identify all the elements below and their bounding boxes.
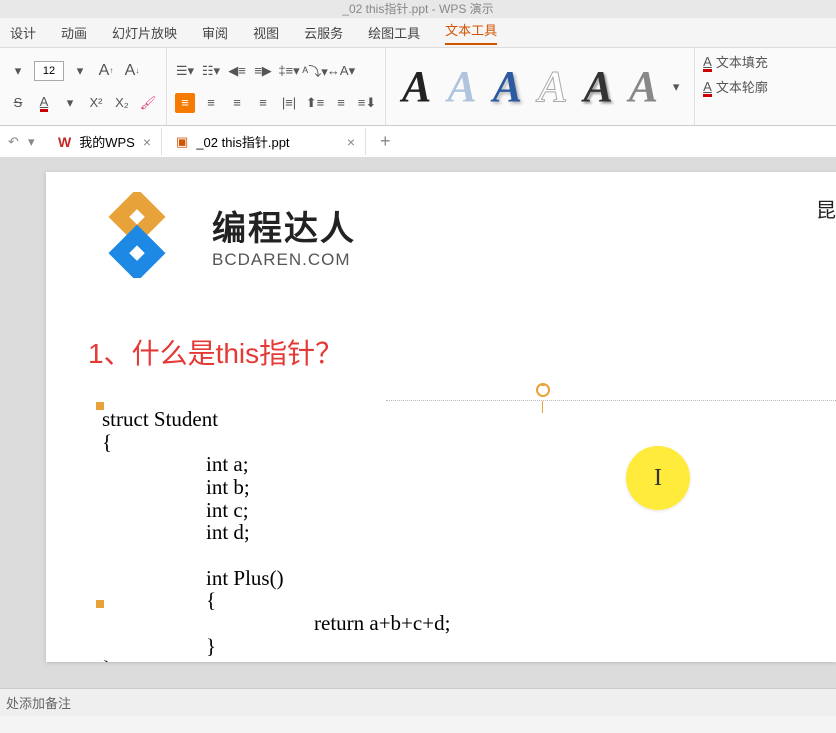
increase-font-icon[interactable]: A↑	[96, 61, 116, 81]
logo-subtitle: BCDAREN.COM	[212, 250, 356, 270]
superscript-icon[interactable]: X²	[86, 93, 106, 113]
top-right-text: 昆	[816, 194, 836, 223]
valign-bot-icon[interactable]: ≡⬇	[357, 93, 377, 113]
code-line: int Plus()	[102, 567, 532, 590]
tab-wps-home[interactable]: W 我的WPS ×	[48, 128, 162, 155]
menu-design[interactable]: 设计	[10, 23, 36, 42]
menu-slideshow[interactable]: 幻灯片放映	[112, 23, 177, 42]
text-fill-button[interactable]: A 文本填充	[703, 52, 768, 71]
resize-handle[interactable]	[96, 402, 104, 410]
logo-block: 编程达人 BCDAREN.COM	[82, 192, 800, 278]
window-titlebar: _02 this指针.ppt - WPS 演示	[0, 0, 836, 18]
text-style-preset-3[interactable]: A	[485, 61, 530, 112]
undo-icon[interactable]: ↶	[8, 134, 24, 150]
dropdown-icon[interactable]: ▾	[28, 134, 44, 150]
text-style-preset-4[interactable]: A	[530, 61, 575, 112]
slide-content[interactable]: 编程达人 BCDAREN.COM 昆 1、什么是this指针？ struct S…	[46, 172, 836, 662]
font-color-icon[interactable]: A	[34, 93, 54, 113]
slide-canvas[interactable]: 编程达人 BCDAREN.COM 昆 1、什么是this指针？ struct S…	[0, 158, 836, 688]
menu-animation[interactable]: 动画	[61, 23, 87, 42]
code-line: {	[102, 589, 532, 612]
code-line: int b;	[102, 476, 532, 499]
resize-handle[interactable]	[96, 600, 104, 608]
text-outline-label: 文本轮廓	[716, 77, 768, 96]
dropdown-icon[interactable]: ▾	[70, 61, 90, 81]
slide-heading[interactable]: 1、什么是this指针？	[88, 332, 800, 372]
more-presets-icon[interactable]: ▾	[666, 77, 686, 97]
char-spacing-icon[interactable]: ↔A▾	[331, 61, 351, 81]
distribute-icon[interactable]: |≡|	[279, 93, 299, 113]
close-icon[interactable]: ×	[143, 134, 151, 150]
close-icon[interactable]: ×	[347, 134, 355, 150]
text-style-preset-1[interactable]: A	[394, 61, 439, 112]
selection-border	[386, 400, 836, 401]
logo-title: 编程达人	[212, 201, 356, 250]
line-spacing-icon[interactable]: ‡≡▾	[279, 61, 299, 81]
menu-drawtools[interactable]: 绘图工具	[368, 23, 420, 42]
align-right-icon[interactable]: ≡	[227, 93, 247, 113]
text-direction-icon[interactable]: ᴬ⤵▾	[305, 61, 325, 81]
code-line: int d;	[102, 521, 532, 544]
code-line: {	[102, 431, 532, 454]
ppt-file-icon: ▣	[176, 134, 188, 150]
indent-left-icon[interactable]: ◀≡	[227, 61, 247, 81]
code-line: return a+b+c+d;	[102, 612, 532, 635]
logo-icon	[82, 192, 192, 278]
document-tabs: ↶ ▾ W 我的WPS × ▣ _02 this指针.ppt × +	[0, 126, 836, 158]
add-tab-icon[interactable]: +	[370, 131, 401, 152]
tab-label: _02 this指针.ppt	[196, 132, 289, 151]
code-line	[102, 544, 532, 567]
text-outline-button[interactable]: A 文本轮廓	[703, 77, 768, 96]
code-textbox[interactable]: struct Student { int a; int b; int c; in…	[102, 408, 532, 662]
align-left-icon[interactable]: ≡	[175, 93, 195, 113]
menu-bar: 设计 动画 幻灯片放映 审阅 视图 云服务 绘图工具 文本工具	[0, 18, 836, 48]
menu-review[interactable]: 审阅	[202, 23, 228, 42]
font-size-input[interactable]	[34, 61, 64, 81]
subscript-icon[interactable]: X₂	[112, 93, 132, 113]
code-line: }	[102, 635, 532, 658]
dropdown-icon[interactable]: ▾	[60, 93, 80, 113]
menu-view[interactable]: 视图	[253, 23, 279, 42]
tab-label: 我的WPS	[79, 132, 135, 151]
align-justify-icon[interactable]: ≡	[253, 93, 273, 113]
dropdown-icon[interactable]: ▾	[8, 61, 28, 81]
code-line: };	[102, 657, 532, 662]
menu-cloud[interactable]: 云服务	[304, 23, 343, 42]
notes-bar[interactable]: 处添加备注	[0, 688, 836, 716]
text-style-preset-2[interactable]: A	[439, 61, 484, 112]
text-fill-label: 文本填充	[716, 52, 768, 71]
code-line: int c;	[102, 499, 532, 522]
menu-texttools[interactable]: 文本工具	[445, 20, 497, 45]
ribbon-toolbar: ▾ ▾ A↑ A↓ S A ▾ X² X₂ 🖌 ☰▾ ☷▾ ◀≡ ≡▶ ‡≡▾ …	[0, 48, 836, 126]
text-outline-icon: A	[703, 79, 712, 94]
valign-mid-icon[interactable]: ≡	[331, 93, 351, 113]
code-line: int a;	[102, 453, 532, 476]
decrease-font-icon[interactable]: A↓	[122, 61, 142, 81]
clear-format-icon[interactable]: 🖌	[138, 93, 158, 113]
bullets-icon[interactable]: ☰▾	[175, 61, 195, 81]
text-fill-icon: A	[703, 54, 712, 69]
align-center-icon[interactable]: ≡	[201, 93, 221, 113]
cursor-highlight: I	[626, 446, 690, 510]
indent-right-icon[interactable]: ≡▶	[253, 61, 273, 81]
code-line: struct Student	[102, 408, 532, 431]
wps-logo-icon: W	[58, 134, 71, 150]
tab-ppt-file[interactable]: ▣ _02 this指针.ppt ×	[166, 128, 366, 155]
rotate-handle[interactable]	[535, 382, 551, 413]
numbering-icon[interactable]: ☷▾	[201, 61, 221, 81]
text-style-preset-6[interactable]: A	[621, 61, 666, 112]
valign-top-icon[interactable]: ⬆≡	[305, 93, 325, 113]
text-style-preset-5[interactable]: A	[575, 61, 620, 112]
strikethrough-icon[interactable]: S	[8, 93, 28, 113]
